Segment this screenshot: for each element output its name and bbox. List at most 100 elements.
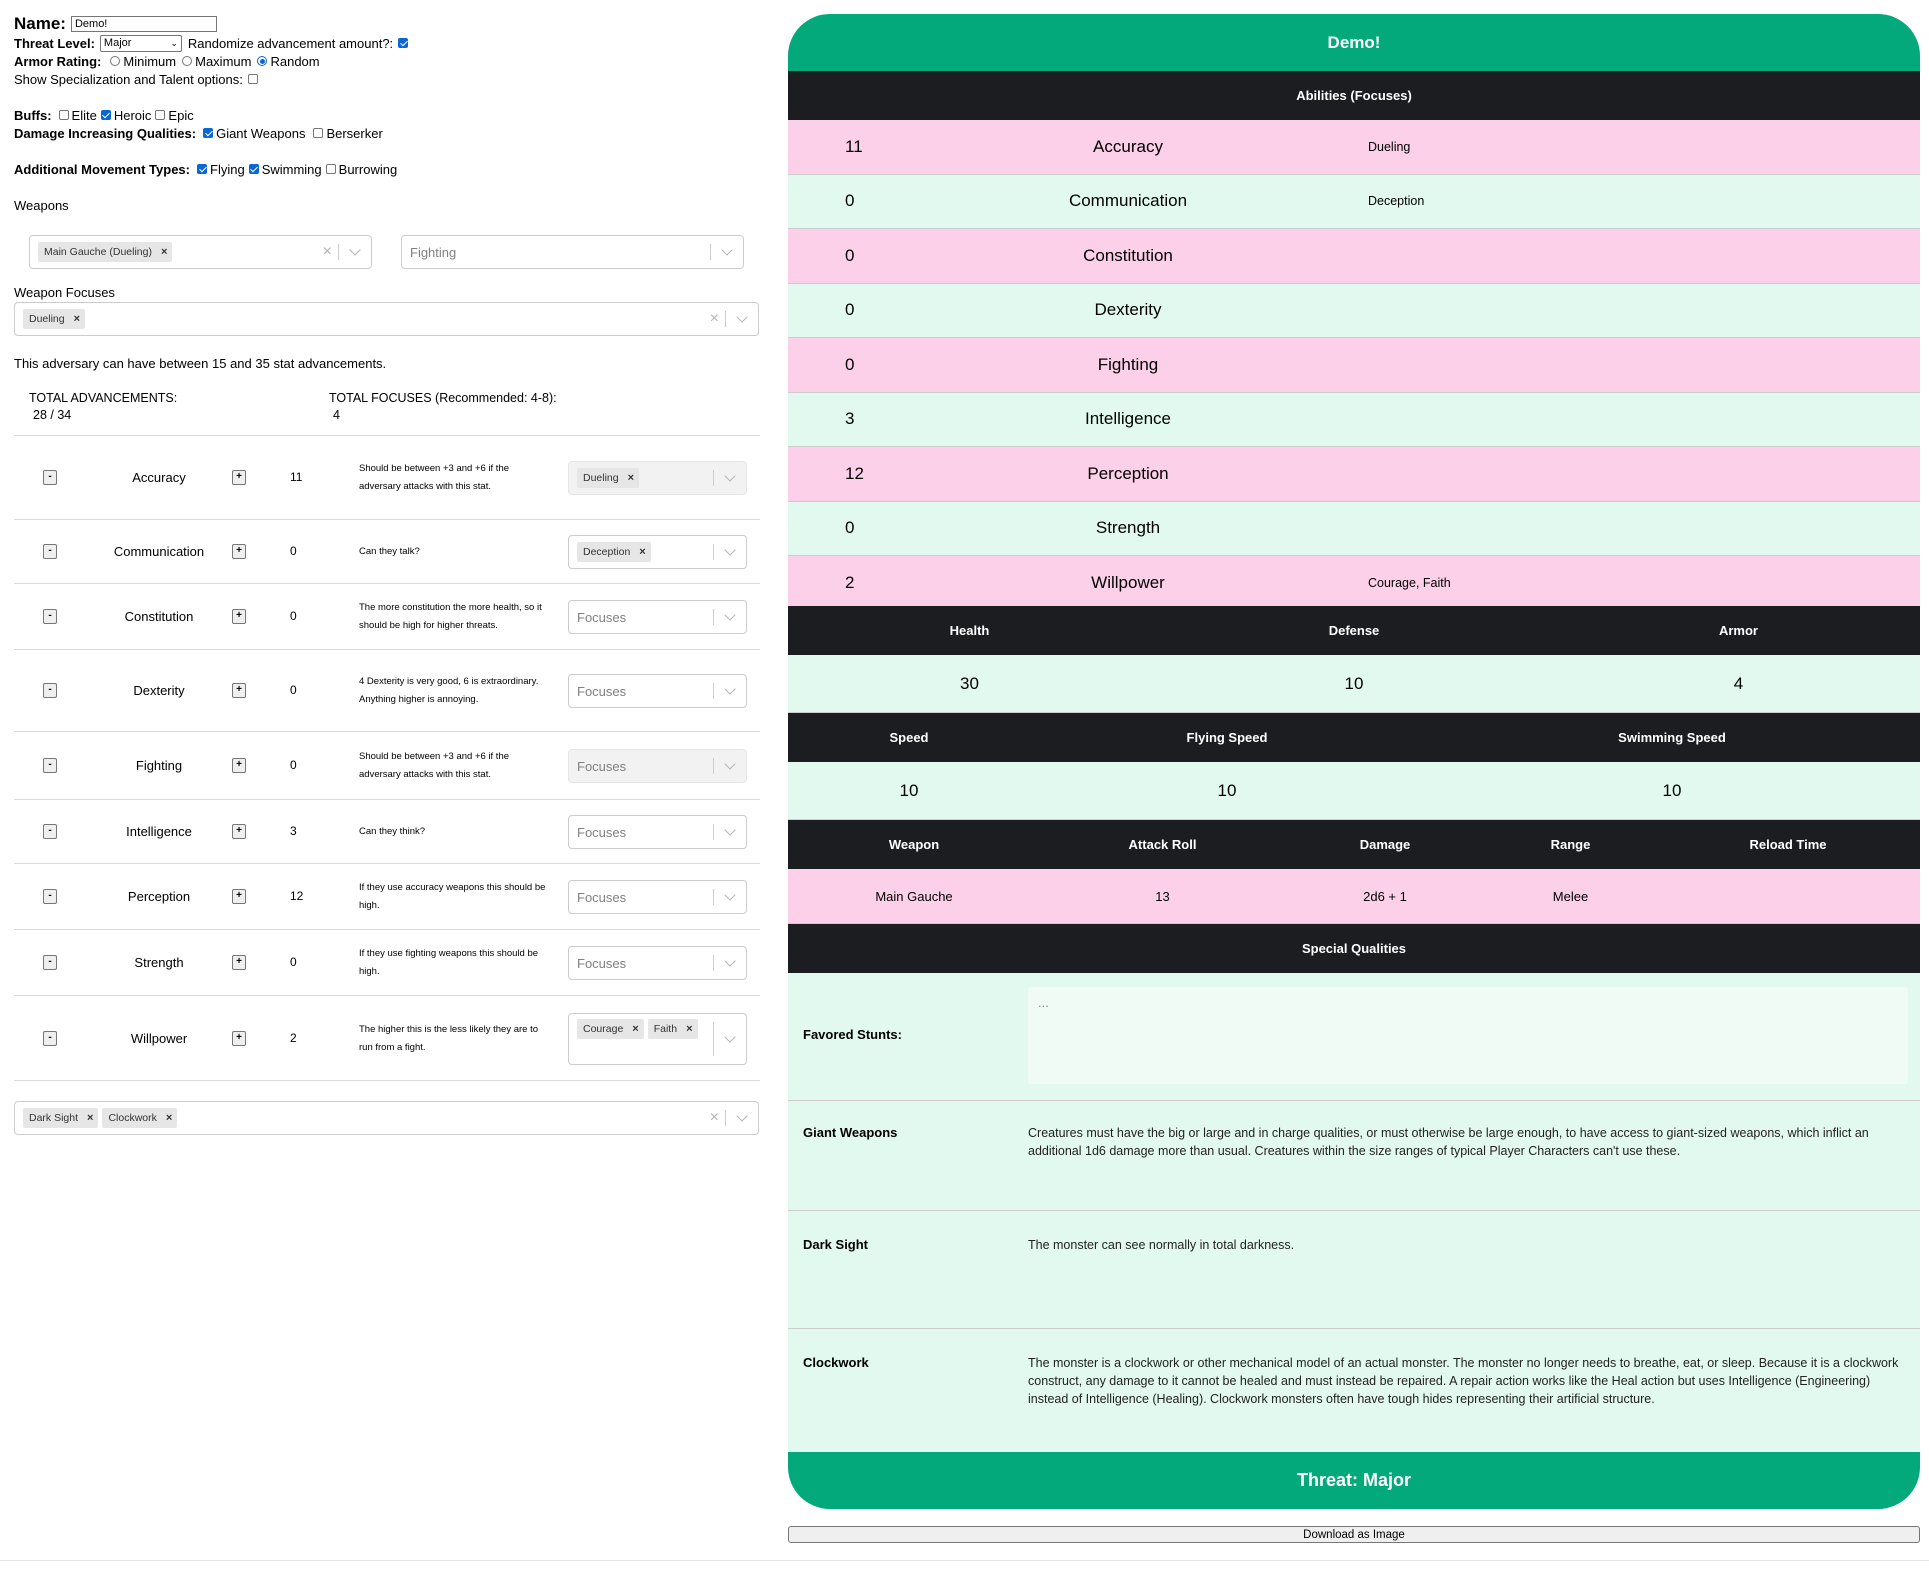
dropdown-button[interactable]	[726, 303, 758, 335]
dropdown-button[interactable]	[714, 675, 746, 707]
clear-icon[interactable]: ×	[317, 243, 338, 261]
special-qualities-select[interactable]: Dark Sight × Clockwork × ×	[14, 1101, 759, 1135]
ability-row: 0 Strength	[788, 501, 1920, 556]
swimming-checkbox[interactable]	[248, 164, 259, 174]
armor-row: Armor Rating: Minimum Maximum Random	[14, 52, 758, 70]
buff-label: Epic	[168, 107, 194, 123]
decrement-button[interactable]: -	[43, 683, 57, 698]
weapon-focuses-select[interactable]: Dueling × ×	[14, 302, 759, 336]
decrement-button[interactable]: -	[43, 824, 57, 839]
download-image-button[interactable]: Download as Image	[788, 1526, 1920, 1543]
dropdown-button[interactable]	[714, 881, 746, 913]
spec-checkbox[interactable]	[247, 74, 258, 84]
dropdown-button[interactable]	[714, 947, 746, 979]
decrement-button[interactable]: -	[43, 470, 57, 485]
remove-icon[interactable]: ×	[634, 546, 650, 558]
giant-weapons-checkbox[interactable]	[203, 128, 214, 138]
stat-description: Can they think?	[359, 826, 426, 837]
buff-elite-checkbox[interactable]	[58, 110, 69, 120]
focus-select[interactable]: Focuses	[568, 815, 747, 849]
weapon-focuses-values: Dueling ×	[15, 309, 704, 329]
increment-button[interactable]: +	[232, 824, 246, 839]
threat-select-value: Major	[103, 37, 132, 49]
focus-select[interactable]: Courage × Faith ×	[568, 1012, 747, 1065]
favored-stunts-textarea[interactable]: ...	[1028, 987, 1908, 1084]
dropdown-button[interactable]	[714, 816, 746, 848]
remove-icon[interactable]: ×	[69, 313, 85, 325]
stat-value: 2	[290, 1030, 297, 1045]
decrement-button[interactable]: -	[43, 609, 57, 624]
focus-select[interactable]: Focuses	[568, 674, 747, 708]
increment-button[interactable]: +	[232, 889, 246, 904]
dropdown-button[interactable]	[714, 462, 746, 494]
decrement-button[interactable]: -	[43, 889, 57, 904]
dropdown-button[interactable]	[726, 1102, 758, 1134]
weapon-group-select[interactable]: Fighting	[401, 235, 744, 269]
decrement-button[interactable]: -	[43, 544, 57, 559]
decrement-button[interactable]: -	[43, 758, 57, 773]
focus-select[interactable]: Dueling ×	[568, 461, 747, 495]
dropdown-button[interactable]	[714, 536, 746, 568]
focus-select[interactable]: Deception ×	[568, 535, 747, 569]
dropdown-button[interactable]	[714, 601, 746, 633]
increment-button[interactable]: +	[232, 758, 246, 773]
buffs-label: Buffs:	[14, 107, 52, 123]
increment-button[interactable]: +	[232, 544, 246, 559]
dropdown-button[interactable]	[714, 750, 746, 782]
burrowing-checkbox[interactable]	[325, 164, 336, 174]
focus-select[interactable]: Focuses	[568, 946, 747, 980]
stat-name: Perception	[127, 889, 191, 904]
flying-speed-value: 10	[1217, 780, 1237, 800]
remove-icon[interactable]: ×	[156, 246, 172, 258]
name-input[interactable]: Demo!	[70, 16, 217, 32]
remove-icon[interactable]: ×	[623, 472, 639, 484]
focus-select[interactable]: Focuses	[568, 880, 747, 914]
remove-icon[interactable]: ×	[82, 1112, 98, 1124]
buff-heroic-checkbox[interactable]	[100, 110, 111, 120]
weapons-select[interactable]: Main Gauche (Dueling) × ×	[29, 235, 372, 269]
focus-chip: Dueling ×	[577, 468, 640, 488]
ability-row: 0 Fighting	[788, 338, 1920, 393]
stat-value: 0	[290, 955, 297, 969]
stat-row: - Accuracy +11 Should be between +3 and +6 …	[14, 436, 760, 520]
flying-checkbox[interactable]	[197, 164, 207, 174]
focus-select[interactable]: Focuses	[568, 749, 747, 783]
ability-name: Communication	[1068, 191, 1188, 211]
remove-icon[interactable]: ×	[681, 1023, 697, 1035]
armor-option-label: Maximum	[195, 53, 252, 69]
armor-random-radio[interactable]	[257, 56, 268, 66]
increment-button[interactable]: +	[232, 470, 246, 485]
dropdown-button[interactable]	[339, 236, 371, 268]
remove-icon[interactable]: ×	[161, 1112, 177, 1124]
increment-button[interactable]: +	[232, 1030, 246, 1046]
increment-button[interactable]: +	[232, 683, 246, 698]
chevron-down-icon	[724, 955, 736, 967]
armor-maximum-radio[interactable]	[182, 56, 193, 66]
focus-select-values: Focuses	[569, 825, 713, 840]
health-header: Health	[949, 623, 990, 638]
clear-icon[interactable]: ×	[704, 310, 725, 328]
chevron-down-icon	[724, 470, 736, 482]
buff-epic-checkbox[interactable]	[155, 110, 166, 120]
stat-value: 0	[290, 683, 297, 697]
remove-icon[interactable]: ×	[627, 1023, 643, 1035]
threat-row: Threat Level: Major ⌄ Randomize advanceme…	[14, 34, 758, 52]
increment-button[interactable]: +	[232, 609, 246, 624]
focuses-placeholder: Focuses	[577, 889, 627, 905]
decrement-button[interactable]: -	[43, 1030, 57, 1046]
decrement-button[interactable]: -	[43, 955, 57, 970]
berserker-checkbox[interactable]	[313, 128, 324, 138]
threat-select[interactable]: Major ⌄	[99, 34, 182, 52]
damage-qualities-row: Damage Increasing Qualities: Giant Weapo…	[14, 124, 758, 142]
randomize-checkbox[interactable]	[398, 38, 409, 48]
ability-focuses: Dueling	[1368, 139, 1411, 154]
focus-select[interactable]: Focuses	[568, 600, 747, 634]
focuses-placeholder: Focuses	[577, 758, 627, 774]
clear-icon[interactable]: ×	[704, 1109, 725, 1127]
ability-name: Willpower	[1091, 572, 1165, 592]
armor-minimum-radio[interactable]	[110, 56, 121, 66]
dropdown-button[interactable]	[711, 236, 743, 268]
dropdown-button[interactable]	[714, 1014, 746, 1064]
ability-value: 2	[845, 572, 855, 592]
increment-button[interactable]: +	[232, 955, 246, 970]
